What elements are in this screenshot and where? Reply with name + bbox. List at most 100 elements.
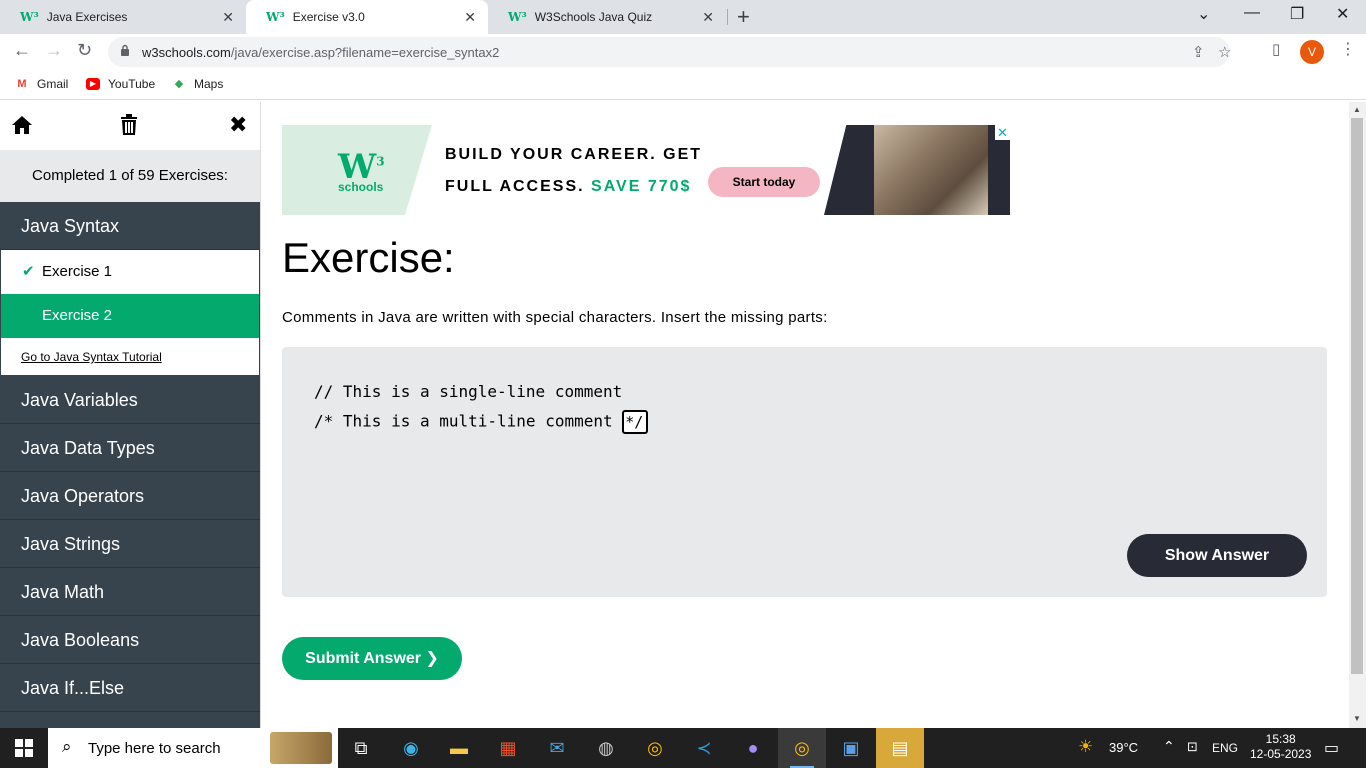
ad-cta-button[interactable]: Start today	[708, 167, 820, 197]
bookmarks-bar: M Gmail ▶ YouTube ◆ Maps	[0, 70, 1366, 100]
w3schools-favicon-icon: W³	[266, 10, 285, 24]
bookmark-label: Gmail	[37, 77, 69, 91]
network-icon[interactable]: ⊡	[1187, 739, 1198, 755]
tab-search-chevron-icon[interactable]: ⌄	[1197, 4, 1210, 24]
edge-icon[interactable]: ◉	[387, 728, 435, 768]
tab-separator	[727, 9, 728, 25]
exercise-item-2[interactable]: Exercise 2	[0, 294, 260, 338]
address-bar[interactable]: w3schools.com/java/exercise.asp?filename…	[108, 37, 1231, 67]
close-tab-icon[interactable]: ✕	[464, 9, 476, 26]
category-java-booleans[interactable]: Java Booleans	[0, 616, 260, 664]
windows-taskbar: ⌕ Type here to search ⧉ ◉ ▬ ▦ ✉ ◍ ◎ ≺ ● …	[0, 728, 1366, 768]
task-view-icon[interactable]: ⧉	[337, 728, 385, 768]
exercise-item-1[interactable]: ✔ Exercise 1	[0, 250, 260, 294]
ad-headline-1: BUILD YOUR CAREER. GET	[445, 146, 703, 163]
tab-title: W3Schools Java Quiz	[534, 10, 653, 24]
tutorial-link[interactable]: Go to Java Syntax Tutorial	[0, 338, 260, 376]
clock-date: 12-05-2023	[1250, 747, 1312, 761]
media-app-icon[interactable]: ◍	[582, 728, 630, 768]
close-sidebar-icon[interactable]: ✖	[229, 112, 247, 138]
back-icon[interactable]: ←	[13, 40, 31, 61]
bookmark-gmail[interactable]: M Gmail	[15, 77, 68, 91]
tab-java-quiz[interactable]: W³ W3Schools Java Quiz ✕	[488, 0, 726, 34]
ad-save-amount: SAVE 770$	[591, 178, 692, 195]
file-explorer-icon[interactable]: ▬	[435, 728, 483, 768]
reload-icon[interactable]: ↻	[77, 40, 92, 61]
tab-java-exercises[interactable]: W³ Java Exercises ✕	[0, 0, 246, 34]
side-panel-icon[interactable]: ▯	[1272, 40, 1280, 58]
scroll-up-icon[interactable]: ▲	[1353, 105, 1361, 114]
scrollbar-thumb[interactable]	[1351, 118, 1363, 674]
tab-exercise-v3[interactable]: W³ Exercise v3.0 ✕	[246, 0, 488, 34]
mail-icon[interactable]: ✉	[533, 728, 581, 768]
sidebar-toolbar: ✖	[0, 102, 260, 150]
github-icon[interactable]: ●	[729, 728, 777, 768]
taskbar-clock[interactable]: 15:38 12-05-2023	[1250, 732, 1311, 762]
bookmark-label: YouTube	[108, 77, 156, 91]
store-icon[interactable]: ▦	[484, 728, 532, 768]
files-app-icon[interactable]: ▤	[876, 728, 924, 768]
gmail-icon: M	[17, 78, 27, 90]
home-icon[interactable]	[11, 115, 33, 135]
minimize-icon[interactable]: —	[1244, 4, 1260, 22]
notifications-icon[interactable]: ▭	[1324, 738, 1339, 758]
answer-input[interactable]: */	[622, 410, 649, 434]
bookmark-youtube[interactable]: ▶ YouTube	[86, 77, 155, 91]
bookmark-label: Maps	[194, 77, 224, 91]
tab-title: Java Exercises	[46, 10, 128, 24]
page-scrollbar[interactable]: ▲ ▼	[1349, 102, 1366, 728]
forward-icon[interactable]: →	[45, 40, 63, 61]
search-placeholder: Type here to search	[88, 740, 221, 757]
photos-icon[interactable]: ▣	[827, 728, 875, 768]
w3schools-favicon-icon: W³	[508, 10, 527, 24]
new-tab-button[interactable]: +	[737, 4, 750, 30]
chrome-active-icon[interactable]: ◎	[778, 728, 826, 768]
w3schools-favicon-icon: W³	[20, 10, 39, 24]
category-more[interactable]	[0, 712, 260, 728]
category-java-operators[interactable]: Java Operators	[0, 472, 260, 520]
vscode-icon[interactable]: ≺	[680, 728, 728, 768]
weather-icon[interactable]: ☀	[1078, 737, 1093, 757]
lock-icon	[121, 44, 129, 56]
close-window-icon[interactable]: ✕	[1336, 4, 1349, 24]
exercise-description: Comments in Java are written with specia…	[282, 309, 828, 326]
code-line-1: // This is a single-line comment	[314, 382, 623, 401]
submit-answer-button[interactable]: Submit Answer ❯	[282, 637, 462, 680]
clock-time: 15:38	[1265, 732, 1296, 746]
menu-kebab-icon[interactable]: ⋮	[1340, 39, 1356, 59]
scroll-down-icon[interactable]: ▼	[1353, 714, 1361, 723]
category-java-strings[interactable]: Java Strings	[0, 520, 260, 568]
taskbar-search[interactable]: ⌕ Type here to search	[48, 728, 338, 768]
restore-icon[interactable]: ❐	[1290, 4, 1304, 24]
code-line-2: /* This is a multi-line comment */	[314, 410, 649, 434]
bookmark-star-icon[interactable]: ☆	[1218, 43, 1231, 61]
tray-chevron-icon[interactable]: ⌃	[1163, 738, 1175, 755]
ad-close-icon[interactable]: ✕	[995, 125, 1010, 140]
share-icon[interactable]: ⇪	[1192, 43, 1205, 61]
profile-avatar[interactable]: V	[1300, 40, 1324, 64]
exercise-label: Exercise 2	[42, 307, 113, 324]
progress-text: Completed 1 of 59 Exercises:	[0, 150, 260, 202]
exercise-main: W3 schools BUILD YOUR CAREER. GET FULL A…	[262, 102, 1349, 728]
category-java-syntax[interactable]: Java Syntax	[0, 202, 260, 250]
advertisement-banner[interactable]: W3 schools BUILD YOUR CAREER. GET FULL A…	[282, 125, 1010, 215]
category-java-if-else[interactable]: Java If...Else	[0, 664, 260, 712]
close-tab-icon[interactable]: ✕	[702, 9, 714, 26]
chrome-icon[interactable]: ◎	[631, 728, 679, 768]
category-java-math[interactable]: Java Math	[0, 568, 260, 616]
page-title: Exercise:	[282, 234, 455, 281]
category-java-data-types[interactable]: Java Data Types	[0, 424, 260, 472]
maps-icon: ◆	[174, 78, 184, 90]
trash-icon[interactable]	[120, 114, 138, 136]
category-java-variables[interactable]: Java Variables	[0, 376, 260, 424]
tab-title: Exercise v3.0	[292, 10, 365, 24]
search-highlight-image	[270, 732, 332, 764]
logo-superscript: 3	[376, 154, 385, 169]
language-indicator[interactable]: ENG	[1212, 741, 1238, 755]
bookmark-maps[interactable]: ◆ Maps	[172, 77, 224, 91]
windows-start-icon[interactable]	[15, 739, 33, 757]
ad-photo	[874, 125, 988, 215]
weather-temp[interactable]: 39°C	[1109, 740, 1138, 755]
show-answer-button[interactable]: Show Answer	[1127, 534, 1307, 577]
close-tab-icon[interactable]: ✕	[222, 9, 234, 26]
